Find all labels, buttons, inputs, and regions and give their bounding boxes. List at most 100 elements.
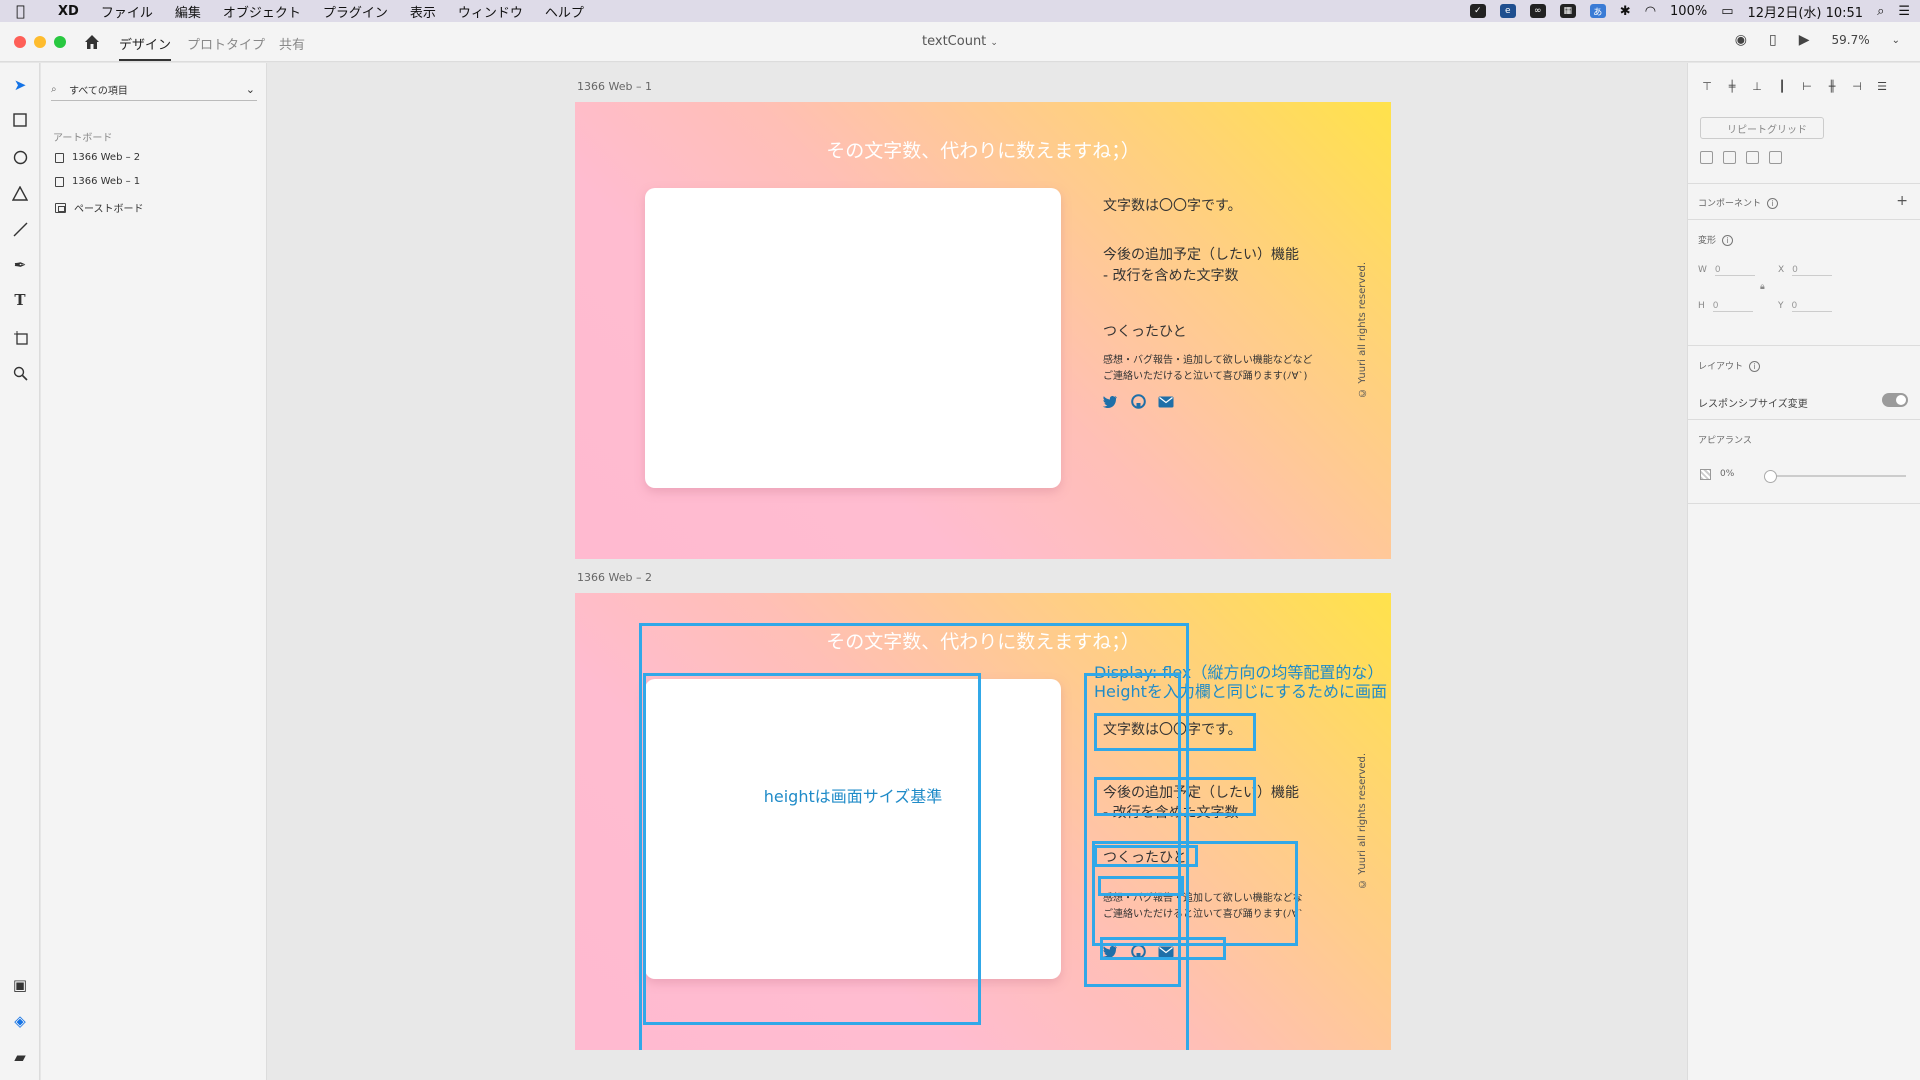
height-field[interactable]: H0 xyxy=(1698,301,1753,312)
ellipse-tool-icon[interactable] xyxy=(10,147,30,167)
user-icon[interactable]: ◉ xyxy=(1735,32,1747,48)
text-tool-icon[interactable]: T xyxy=(10,290,30,310)
info-icon[interactable]: i xyxy=(1749,361,1761,372)
y-value[interactable]: 0 xyxy=(1791,301,1832,312)
spotlight-icon[interactable]: ⌕ xyxy=(1877,4,1884,19)
menu-window[interactable]: ウィンドウ xyxy=(458,2,523,21)
artboard-web-2[interactable]: その文字数、代わりに数えますね；） heightは画面サイズ基準 Display… xyxy=(575,593,1391,1050)
tray-app-icon-4[interactable]: ▦ xyxy=(1559,4,1576,18)
document-title[interactable]: textCount ⌄ xyxy=(0,34,1920,49)
github-icon[interactable] xyxy=(1130,394,1146,409)
artboard-label[interactable]: 1366 Web – 2 xyxy=(577,571,652,584)
guide-count-box xyxy=(1094,713,1256,751)
tray-app-icon-3[interactable]: ∞ xyxy=(1529,4,1546,18)
battery-percent[interactable]: 100% xyxy=(1670,4,1707,19)
boolean-add-icon[interactable] xyxy=(1700,151,1713,164)
x-value[interactable]: 0 xyxy=(1792,265,1833,276)
boolean-exclude-icon[interactable] xyxy=(1769,151,1782,164)
chevron-down-icon[interactable]: ⌄ xyxy=(246,83,255,96)
divider xyxy=(1688,419,1920,420)
zoom-level[interactable]: 59.7% xyxy=(1831,33,1869,47)
property-inspector: ⊤ ╪ ⊥ ┃ ⊢ ╫ ⊣ ☰ リピートグリッド コンポーネント i + 変形 i … xyxy=(1687,63,1920,1080)
align-left-icon[interactable]: ⊢ xyxy=(1800,79,1814,93)
align-middle-icon[interactable]: ╪ xyxy=(1725,79,1739,93)
menu-plugins[interactable]: プラグイン xyxy=(323,2,388,21)
responsive-resize-toggle[interactable] xyxy=(1882,393,1908,407)
lock-aspect-icon[interactable]: 🔒︎ xyxy=(1760,282,1765,292)
rectangle-tool-icon[interactable] xyxy=(10,110,30,130)
opacity-value[interactable]: 0% xyxy=(1720,469,1734,479)
mobile-preview-icon[interactable]: ▯ xyxy=(1769,32,1777,48)
input-method-icon[interactable]: あ xyxy=(1589,4,1606,18)
bluetooth-icon[interactable]: ✱ xyxy=(1620,4,1631,19)
align-bottom-icon[interactable]: ⊥ xyxy=(1750,79,1764,93)
clock[interactable]: 12月2日(水) 10:51 xyxy=(1748,2,1864,21)
layer-item[interactable]: ペーストボード xyxy=(55,200,144,215)
boolean-ops xyxy=(1700,151,1782,164)
align-top-icon[interactable]: ⊤ xyxy=(1700,79,1714,93)
select-tool-icon[interactable]: ➤ xyxy=(10,75,30,95)
artboard-tool-icon[interactable] xyxy=(10,327,30,347)
copyright-text: © Yuuri all rights reserved. xyxy=(1357,753,1368,889)
text-input-card[interactable] xyxy=(645,188,1061,488)
zoom-tool-icon[interactable] xyxy=(10,363,30,383)
opacity-icon xyxy=(1700,469,1711,480)
info-icon[interactable]: i xyxy=(1767,198,1779,209)
battery-icon: ▭ xyxy=(1721,3,1734,19)
twitter-icon[interactable] xyxy=(1102,394,1118,409)
responsive-resize-label: レスポンシブサイズ変更 xyxy=(1698,399,1808,410)
width-value[interactable]: 0 xyxy=(1714,265,1755,276)
polygon-tool-icon[interactable] xyxy=(10,183,30,203)
tray-app-icon-2[interactable]: e xyxy=(1499,4,1516,18)
repeat-grid-button[interactable]: リピートグリッド xyxy=(1700,117,1824,139)
wifi-icon[interactable]: ◠ xyxy=(1645,4,1656,19)
layers-section-title: アートボード xyxy=(53,133,113,144)
future-item: - 改行を含めた文字数 xyxy=(1103,268,1239,284)
opacity-field[interactable]: 0% xyxy=(1720,469,1734,479)
layers-search-input[interactable]: ⌕ すべての項目 ⌄ xyxy=(51,79,257,101)
opacity-slider[interactable] xyxy=(1764,470,1906,483)
pen-tool-icon[interactable]: ✒ xyxy=(10,255,30,275)
menu-edit[interactable]: 編集 xyxy=(175,2,201,21)
guide-left-column xyxy=(643,673,981,1025)
line-tool-icon[interactable] xyxy=(10,219,30,239)
plugins-panel-icon[interactable]: ▰ xyxy=(10,1047,30,1067)
y-label: Y xyxy=(1778,301,1784,311)
artboard-label[interactable]: 1366 Web – 1 xyxy=(577,80,652,93)
social-links xyxy=(1102,394,1174,409)
add-component-icon[interactable]: + xyxy=(1896,193,1908,209)
title-bar: デザイン プロトタイプ 共有 textCount ⌄ ◉ ▯ ▶ 59.7% ⌄ xyxy=(0,22,1920,62)
toolbar: ➤ ✒ T ▣ ◈ ▰ xyxy=(0,63,40,1080)
mail-icon[interactable] xyxy=(1158,394,1174,409)
control-center-icon[interactable]: ☰ xyxy=(1898,4,1910,19)
boolean-intersect-icon[interactable] xyxy=(1746,151,1759,164)
align-right-icon[interactable]: ⊣ xyxy=(1850,79,1864,93)
align-center-icon[interactable]: ╫ xyxy=(1825,79,1839,93)
transform-label: 変形 xyxy=(1698,236,1717,246)
layer-item[interactable]: 1366 Web – 2 xyxy=(55,152,140,163)
menu-app-xd[interactable]: XD xyxy=(58,4,79,19)
menu-view[interactable]: 表示 xyxy=(410,2,436,21)
play-icon[interactable]: ▶ xyxy=(1799,32,1810,48)
design-canvas[interactable]: 1366 Web – 1 その文字数、代わりに数えますね；） 文字数は〇〇字です… xyxy=(267,63,1687,1080)
boolean-subtract-icon[interactable] xyxy=(1723,151,1736,164)
height-value[interactable]: 0 xyxy=(1712,301,1753,312)
menu-bar:  XD ファイル 編集 オブジェクト プラグイン 表示 ウィンドウ ヘルプ ✓… xyxy=(0,0,1920,22)
layer-item[interactable]: 1366 Web – 1 xyxy=(55,176,140,187)
apple-icon[interactable]:  xyxy=(16,2,36,20)
width-field[interactable]: W0 xyxy=(1698,265,1755,276)
y-field[interactable]: Y0 xyxy=(1778,301,1832,312)
zoom-chevron-icon[interactable]: ⌄ xyxy=(1892,35,1900,46)
distribute-horizontal-icon[interactable]: ☰ xyxy=(1875,79,1889,93)
tray-app-icon-1[interactable]: ✓ xyxy=(1469,4,1486,18)
artboard-web-1[interactable]: その文字数、代わりに数えますね；） 文字数は〇〇字です。 今後の追加予定（したい… xyxy=(575,102,1391,559)
info-icon[interactable]: i xyxy=(1722,235,1734,246)
menu-file[interactable]: ファイル xyxy=(101,2,153,21)
menu-help[interactable]: ヘルプ xyxy=(545,2,584,21)
distribute-vertical-icon[interactable]: ┃ xyxy=(1775,79,1789,93)
assets-panel-icon[interactable]: ▣ xyxy=(10,975,30,995)
x-field[interactable]: X0 xyxy=(1778,265,1833,276)
layers-panel-icon[interactable]: ◈ xyxy=(10,1011,30,1031)
menu-object[interactable]: オブジェクト xyxy=(223,2,301,21)
search-icon: ⌕ xyxy=(51,84,57,95)
